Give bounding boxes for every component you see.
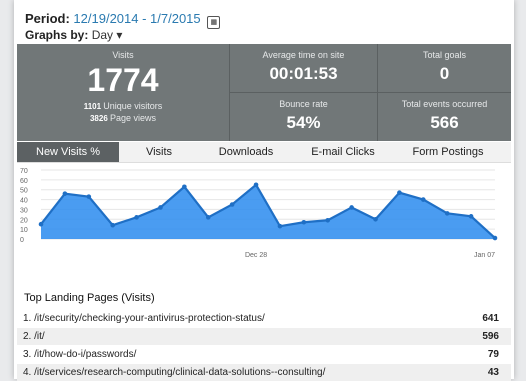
pageviews-label: Page views — [110, 113, 157, 123]
bounce-label: Bounce rate — [279, 99, 328, 109]
landing-pages-title: Top Landing Pages (Visits) — [24, 292, 155, 304]
period-label: Period: — [25, 11, 70, 26]
tab-downloads[interactable]: Downloads — [211, 142, 281, 162]
period-line: Period: 12/19/2014 - 1/7/2015 ▦ — [25, 11, 221, 29]
landing-row-path[interactable]: 1. /it/security/checking-your-antivirus-… — [23, 310, 265, 327]
data-point — [397, 190, 402, 195]
data-point — [373, 216, 378, 222]
landing-row-count: 79 — [487, 349, 499, 360]
goals-stat: Total goals 0 — [378, 50, 511, 84]
landing-row-count: 641 — [482, 313, 499, 324]
landing-row[interactable]: 4. /it/services/research-computing/clini… — [17, 364, 511, 381]
data-point — [444, 211, 450, 216]
data-point — [325, 217, 331, 223]
x-tick-label: Dec 28 — [245, 252, 267, 259]
y-tick-label: 40 — [20, 198, 28, 205]
goals-value: 0 — [439, 64, 450, 83]
events-label: Total events occurred — [401, 99, 488, 109]
data-point — [492, 235, 498, 241]
y-tick-label: 70 — [20, 168, 28, 175]
graphs-by-label: Graphs by: — [25, 28, 89, 42]
unique-label: Unique visitors — [103, 101, 163, 111]
y-tick-label: 60 — [20, 178, 28, 185]
data-point — [158, 205, 163, 210]
bounce-stat: Bounce rate 54% — [230, 99, 377, 133]
goals-label: Total goals — [422, 50, 467, 60]
data-point — [182, 184, 187, 190]
data-point — [134, 215, 139, 220]
y-tick-label: 10 — [20, 227, 28, 234]
data-point — [62, 191, 68, 196]
bounce-value: 54% — [286, 113, 321, 132]
calendar-icon[interactable]: ▦ — [207, 16, 221, 29]
graphs-by-dropdown[interactable]: Day ▾ — [92, 28, 123, 42]
x-tick-label: Jan 07 — [474, 252, 495, 259]
avg-time-label: Average time on site — [262, 50, 345, 60]
data-point — [277, 223, 283, 229]
data-point — [253, 182, 259, 188]
tab-email-clicks[interactable]: E-mail Clicks — [303, 142, 383, 162]
landing-row[interactable]: 3. /it/how-do-i/passwords/ 79 — [17, 346, 511, 363]
pageviews-count: 3826 — [89, 114, 108, 123]
data-point — [421, 197, 426, 202]
avg-time-value: 00:01:53 — [269, 64, 338, 83]
analytics-panel: Period: 12/19/2014 - 1/7/2015 ▦ Graphs b… — [14, 0, 514, 381]
avg-time-stat: Average time on site 00:01:53 — [230, 50, 377, 84]
data-point — [349, 205, 354, 210]
tab-new-visits[interactable]: New Visits % — [17, 142, 119, 162]
new-visits-chart: 0 10 20 30 40 50 60 70 Dec 28 Jan 07 — [20, 168, 498, 259]
y-tick-label: 0 — [20, 237, 24, 244]
events-stat: Total events occurred 566 — [378, 99, 511, 133]
landing-row-count: 596 — [482, 331, 499, 342]
graphs-by-value: Day — [91, 28, 114, 42]
data-point — [229, 202, 235, 207]
unique-visitors-line: 1101 Unique visitors — [17, 101, 229, 111]
landing-row-path[interactable]: 2. /it/ — [23, 328, 45, 345]
page-views-line: 3826 Page views — [17, 113, 229, 123]
data-point — [38, 221, 44, 227]
y-tick-label: 20 — [20, 217, 28, 224]
landing-row[interactable]: 2. /it/ 596 — [17, 328, 511, 345]
landing-row-path[interactable]: 3. /it/how-do-i/passwords/ — [23, 346, 136, 363]
chevron-down-icon: ▾ — [116, 28, 123, 42]
visits-stat: Visits 1774 1101 Unique visitors 3826 Pa… — [17, 50, 229, 123]
data-point — [301, 219, 307, 225]
tab-form-postings[interactable]: Form Postings — [405, 142, 491, 162]
landing-row-count: 43 — [487, 367, 499, 378]
tab-visits[interactable]: Visits — [132, 142, 186, 162]
visits-label: Visits — [112, 50, 134, 60]
graph-tabs: New Visits % Visits Downloads E-mail Cli… — [17, 142, 511, 163]
stats-summary: Visits 1774 1101 Unique visitors 3826 Pa… — [17, 44, 511, 141]
landing-row[interactable]: 1. /it/security/checking-your-antivirus-… — [17, 310, 511, 327]
data-point — [205, 215, 211, 220]
data-point — [110, 222, 115, 228]
graphs-by-line: Graphs by: Day ▾ — [25, 28, 122, 42]
unique-count: 1101 — [83, 102, 102, 111]
data-point — [86, 194, 92, 199]
visits-value: 1774 — [87, 62, 159, 98]
period-value[interactable]: 12/19/2014 - 1/7/2015 — [73, 11, 200, 26]
data-point — [468, 214, 474, 219]
events-value: 566 — [430, 113, 459, 132]
y-tick-label: 30 — [20, 207, 28, 214]
y-tick-label: 50 — [20, 188, 28, 195]
landing-row-path[interactable]: 4. /it/services/research-computing/clini… — [23, 364, 325, 381]
series-area — [41, 184, 495, 239]
